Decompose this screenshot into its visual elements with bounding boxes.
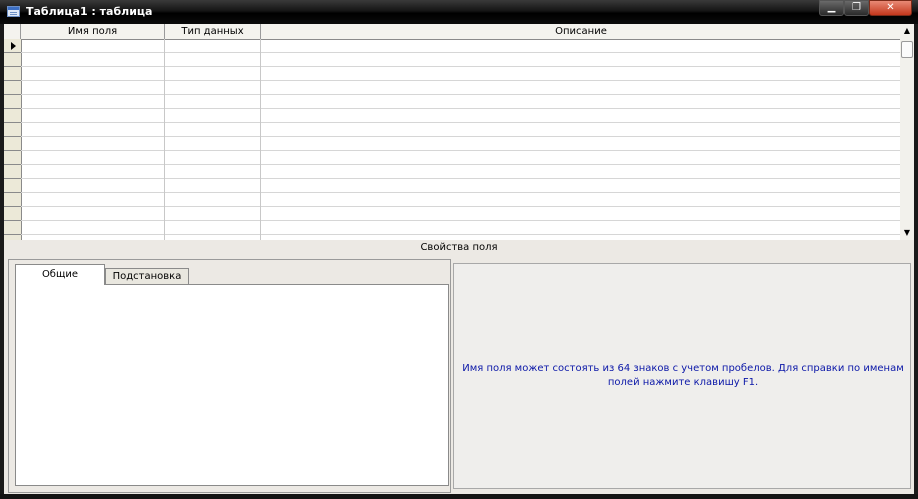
table-row[interactable] [21,206,901,207]
help-line-1: Имя поля может состоять из 64 знаков с у… [462,363,904,374]
minimize-button[interactable]: ▁ [819,0,844,16]
table-row[interactable] [21,122,901,123]
scroll-thumb[interactable] [901,41,913,58]
table-icon [7,6,20,17]
table-row[interactable] [21,150,901,151]
row-selector[interactable] [4,39,21,53]
maximize-button[interactable]: ❐ [844,0,869,16]
row-selector[interactable] [4,123,21,137]
corner-selector[interactable] [4,24,21,39]
column-divider [260,39,261,240]
row-selector[interactable] [4,165,21,179]
help-pane: Имя поля может состоять из 64 знаков с у… [453,263,911,489]
general-properties-panel[interactable] [15,284,449,486]
row-selector[interactable] [4,95,21,109]
help-text: Имя поля может состоять из 64 знаков с у… [454,362,912,390]
column-header-field-name[interactable]: Имя поля [21,24,165,39]
row-selector[interactable] [4,53,21,67]
scroll-down-icon[interactable]: ▼ [900,226,914,240]
row-selector[interactable] [4,207,21,221]
properties-tabs-pane: Общие Подстановка [8,259,451,493]
table-row[interactable] [21,192,901,193]
row-selector[interactable] [4,67,21,81]
table-row[interactable] [21,52,901,53]
row-selector-column[interactable] [4,39,22,240]
field-properties-label: Свойства поля [420,242,498,253]
row-selector[interactable] [4,151,21,165]
vertical-scrollbar[interactable]: ▲ ▼ [900,24,914,240]
table-row[interactable] [21,164,901,165]
table-row[interactable] [21,94,901,95]
tab-lookup[interactable]: Подстановка [105,268,189,284]
table-row[interactable] [21,220,901,221]
row-selector[interactable] [4,179,21,193]
title-bar[interactable]: Таблица1 : таблица ▁ ❐ ✕ [0,0,918,24]
row-selector[interactable] [4,193,21,207]
window-bottom-edge [0,494,918,499]
table-design-window: Таблица1 : таблица ▁ ❐ ✕ Имя поля Тип да… [0,0,918,499]
design-view: Имя поля Тип данных Описание ▲ ▼ Свойств… [4,24,914,494]
window-title: Таблица1 : таблица [26,5,153,18]
table-row[interactable] [21,234,901,235]
arrow-right-icon [11,42,16,50]
row-selector[interactable] [4,81,21,95]
row-selector[interactable] [4,221,21,235]
table-row[interactable] [21,66,901,67]
column-divider [164,39,165,240]
scroll-up-icon[interactable]: ▲ [900,24,914,38]
table-row[interactable] [21,136,901,137]
help-line-2: полей нажмите клавишу F1. [607,377,759,388]
table-row[interactable] [21,178,901,179]
column-header-data-type[interactable]: Тип данных [165,24,261,39]
row-selector[interactable] [4,137,21,151]
table-row[interactable] [21,108,901,109]
column-header-description[interactable]: Описание [261,24,901,39]
close-button[interactable]: ✕ [869,0,912,16]
row-selector[interactable] [4,109,21,123]
table-row[interactable] [21,80,901,81]
field-grid[interactable]: Имя поля Тип данных Описание ▲ ▼ [4,24,914,240]
tab-general[interactable]: Общие [15,264,105,285]
grid-header: Имя поля Тип данных Описание [4,24,901,40]
